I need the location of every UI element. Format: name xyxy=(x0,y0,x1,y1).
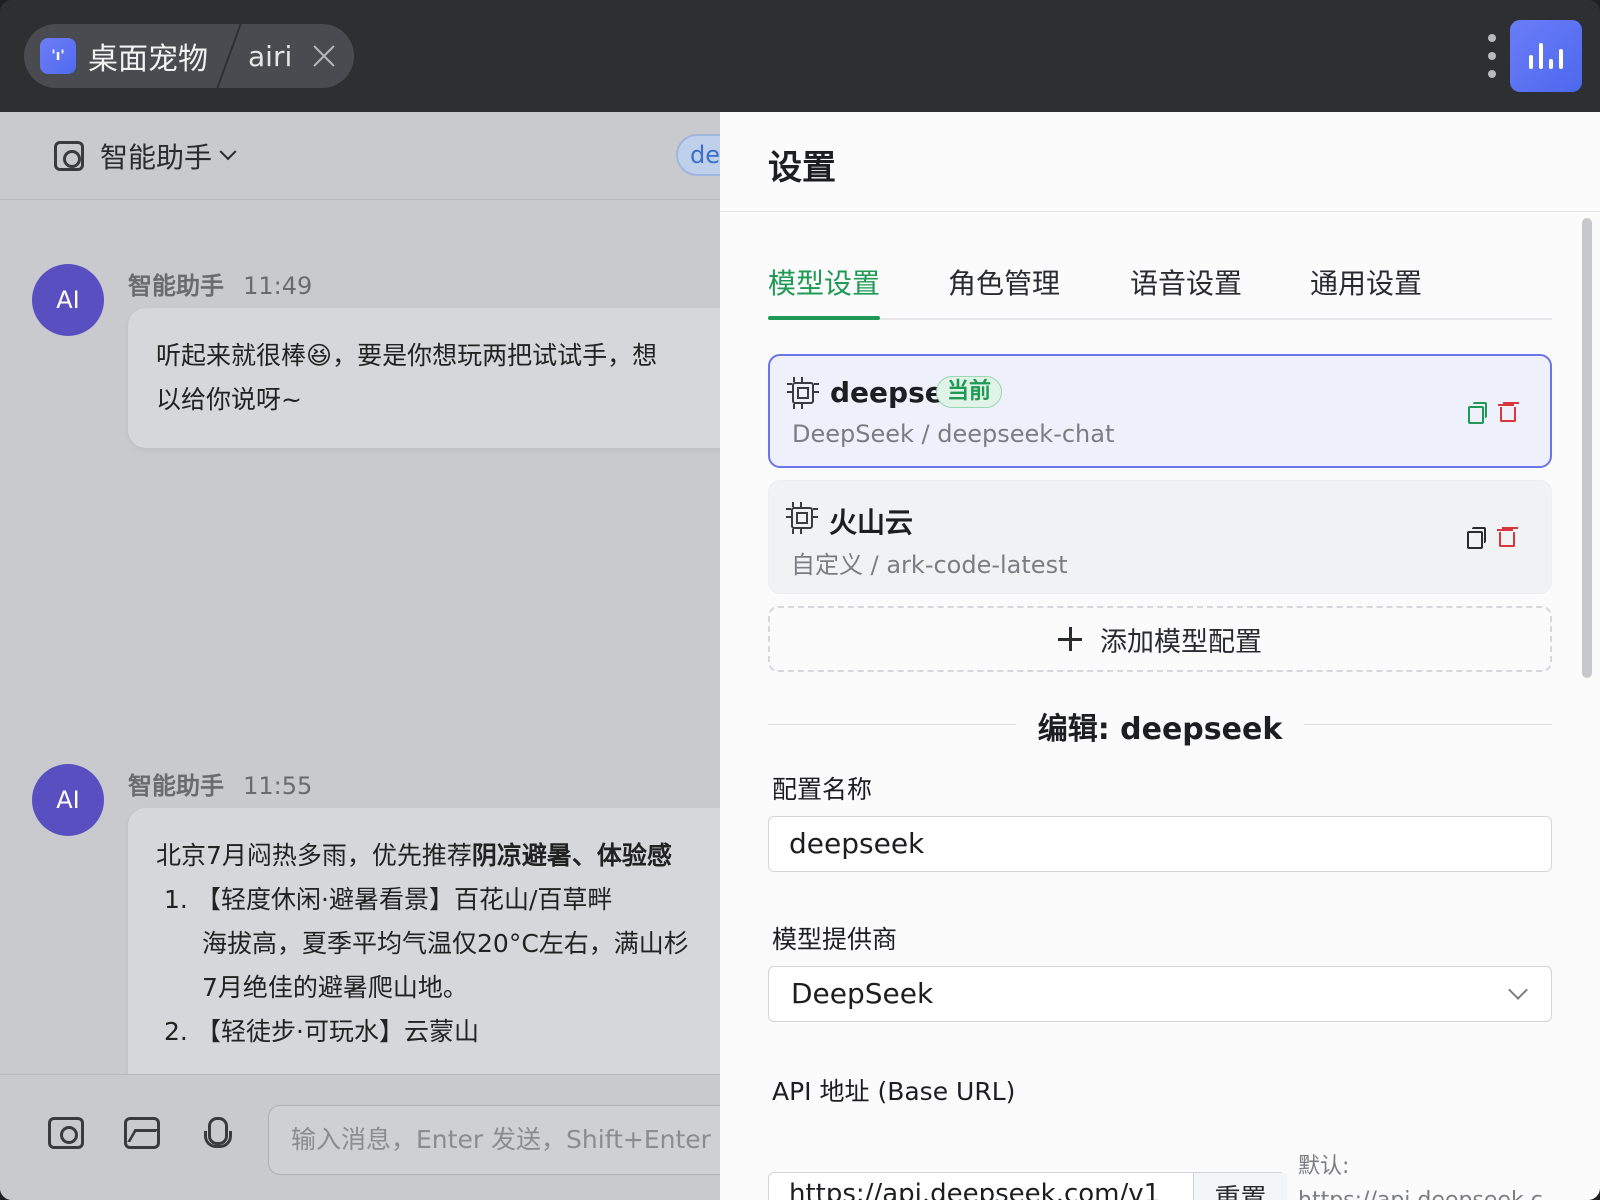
logo-bars-icon xyxy=(1529,43,1563,69)
plus-icon xyxy=(1058,627,1082,651)
default-url-label: 默认: xyxy=(1298,1154,1350,1179)
copy-icon[interactable] xyxy=(1468,402,1487,424)
list-item-desc: 海拔高，夏季平均气温仅20°C左右，满山杉 xyxy=(202,929,689,958)
list-item-desc: 7月绝佳的避暑爬山地。 xyxy=(202,973,468,1002)
scrollbar[interactable] xyxy=(1582,218,1592,678)
settings-tabs: 模型设置 角色管理 语音设置 通用设置 xyxy=(768,262,1552,320)
edit-title-text: 编辑: deepseek xyxy=(1015,712,1305,747)
trash-icon[interactable] xyxy=(1498,402,1516,422)
settings-header: 设置 xyxy=(720,112,1600,212)
message-input[interactable]: 输入消息，Enter 发送，Shift+Enter xyxy=(268,1105,720,1175)
tab-separator xyxy=(216,24,242,88)
chat-header: 智能助手 de xyxy=(0,112,720,200)
app-window: 'ı' 桌面宠物 airi 智能助手 de AI 智能助手 11:49 听起来就… xyxy=(0,0,1600,1200)
list-number: 1. xyxy=(164,885,188,914)
tab-model-settings[interactable]: 模型设置 xyxy=(768,262,880,302)
message-bubble: 听起来就很棒😆，要是你想玩两把试试手，想 以给你说呀~ xyxy=(128,308,720,448)
chevron-down-icon xyxy=(1508,980,1528,1000)
intro-text: 北京7月闷热多雨，优先推荐 xyxy=(156,841,472,870)
message-line: 以给你说呀~ xyxy=(156,385,302,414)
provider-label: 模型提供商 xyxy=(772,925,898,954)
edit-section-title: 编辑: deepseek xyxy=(768,704,1552,748)
avatar: AI xyxy=(32,264,104,336)
settings-title: 设置 xyxy=(768,148,836,188)
api-url-label: API 地址 (Base URL) xyxy=(772,1077,1016,1106)
message-time: 11:49 xyxy=(243,272,313,300)
trash-icon[interactable] xyxy=(1497,527,1515,547)
reset-button[interactable]: 重置 xyxy=(1193,1173,1287,1200)
api-url-field[interactable]: https://api.deepseek.com/v1 重置 xyxy=(768,1172,1287,1200)
chat-area: 智能助手 de AI 智能助手 11:49 听起来就很棒😆，要是你想玩两把试试手… xyxy=(0,112,720,1200)
message-time: 11:55 xyxy=(243,772,313,800)
add-model-config-label: 添加模型配置 xyxy=(1100,626,1262,658)
more-vertical-icon[interactable] xyxy=(1486,34,1498,78)
tab-voice-settings[interactable]: 语音设置 xyxy=(1130,262,1242,302)
message-intro: 北京7月闷热多雨，优先推荐阴凉避暑、体验感 xyxy=(156,834,720,878)
default-url-value: https://api.deepseek.c xyxy=(1298,1188,1543,1200)
model-provider: 自定义 / ark-code-latest xyxy=(791,551,1068,579)
model-badge[interactable]: de xyxy=(676,134,720,176)
chevron-down-icon[interactable] xyxy=(219,142,237,160)
cpu-chip-icon xyxy=(787,377,819,409)
cpu-chip-icon xyxy=(786,502,818,534)
message-sender: 智能助手 xyxy=(128,772,224,800)
list-item-title: 【轻度休闲·避暑看景】百花山/百草畔 xyxy=(196,885,613,914)
message-meta: 智能助手 11:49 xyxy=(128,266,312,301)
title-bar: 'ı' 桌面宠物 airi xyxy=(0,0,1600,112)
model-card-current[interactable]: deepseek 当前 DeepSeek / deepseek-chat xyxy=(768,354,1552,468)
app-title: 桌面宠物 xyxy=(88,42,208,77)
copy-icon[interactable] xyxy=(1467,527,1486,549)
config-name-label: 配置名称 xyxy=(772,775,873,804)
model-provider: DeepSeek / deepseek-chat xyxy=(792,420,1115,448)
list-item: 1. 【轻度休闲·避暑看景】百花山/百草畔 xyxy=(164,878,720,922)
assistant-selector[interactable]: 智能助手 xyxy=(100,136,212,176)
app-tab[interactable]: 'ı' 桌面宠物 airi xyxy=(24,24,354,88)
avatar: AI xyxy=(32,764,104,836)
edit-section-divider: 编辑: deepseek xyxy=(768,704,1552,747)
config-name-input[interactable]: deepseek xyxy=(768,816,1552,872)
list-item-title: 【轻徒步·可玩水】云蒙山 xyxy=(196,1017,479,1046)
recommendation-list: 1. 【轻度休闲·避暑看景】百花山/百草畔 海拔高，夏季平均气温仅20°C左右，满… xyxy=(156,878,720,1054)
assistant-icon xyxy=(54,140,84,171)
add-model-config-button[interactable]: 添加模型配置 xyxy=(768,606,1552,672)
tab-role-management[interactable]: 角色管理 xyxy=(948,262,1060,302)
tab-label[interactable]: airi xyxy=(248,40,292,73)
current-badge: 当前 xyxy=(936,376,1003,408)
intro-bold-text: 阴凉避暑、体验感 xyxy=(471,841,672,870)
message-sender: 智能助手 xyxy=(128,272,224,300)
app-logo-icon: 'ı' xyxy=(40,38,76,74)
message-meta: 智能助手 11:55 xyxy=(128,766,312,801)
composer-bar: 输入消息，Enter 发送，Shift+Enter xyxy=(0,1074,720,1200)
settings-panel: 设置 模型设置 角色管理 语音设置 通用设置 deepseek 当前 DeepS… xyxy=(720,112,1600,1200)
api-url-input[interactable]: https://api.deepseek.com/v1 xyxy=(789,1179,1160,1200)
provider-select[interactable]: DeepSeek xyxy=(768,966,1552,1022)
provider-select-value: DeepSeek xyxy=(791,977,934,1010)
list-number: 2. xyxy=(164,1017,188,1046)
message-line: 听起来就很棒😆，要是你想玩两把试试手，想 xyxy=(156,341,658,370)
list-item: 2. 【轻徒步·可玩水】云蒙山 xyxy=(164,1010,720,1054)
microphone-icon[interactable] xyxy=(204,1117,240,1149)
brand-logo-button[interactable] xyxy=(1510,20,1582,92)
active-tab-indicator xyxy=(768,316,880,320)
model-name: 火山云 xyxy=(829,506,914,539)
model-card[interactable]: 火山云 自定义 / ark-code-latest xyxy=(768,480,1552,594)
close-icon[interactable] xyxy=(310,42,338,70)
tab-general-settings[interactable]: 通用设置 xyxy=(1310,262,1422,302)
image-icon[interactable] xyxy=(124,1117,160,1149)
camera-icon[interactable] xyxy=(48,1117,84,1149)
